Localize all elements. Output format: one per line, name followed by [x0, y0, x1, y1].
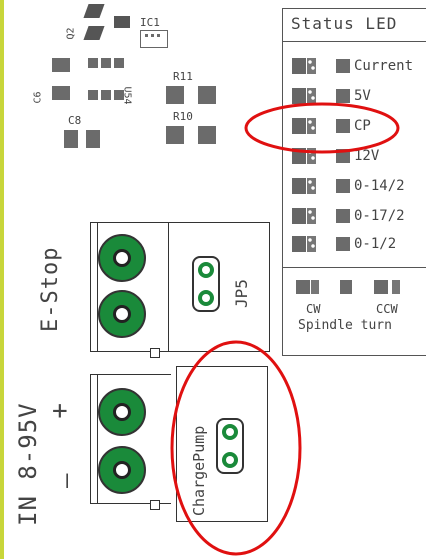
cp-highlight-ellipse [244, 102, 400, 154]
chargepump-highlight-ellipse [170, 340, 302, 556]
highlight-overlay [170, 102, 400, 556]
